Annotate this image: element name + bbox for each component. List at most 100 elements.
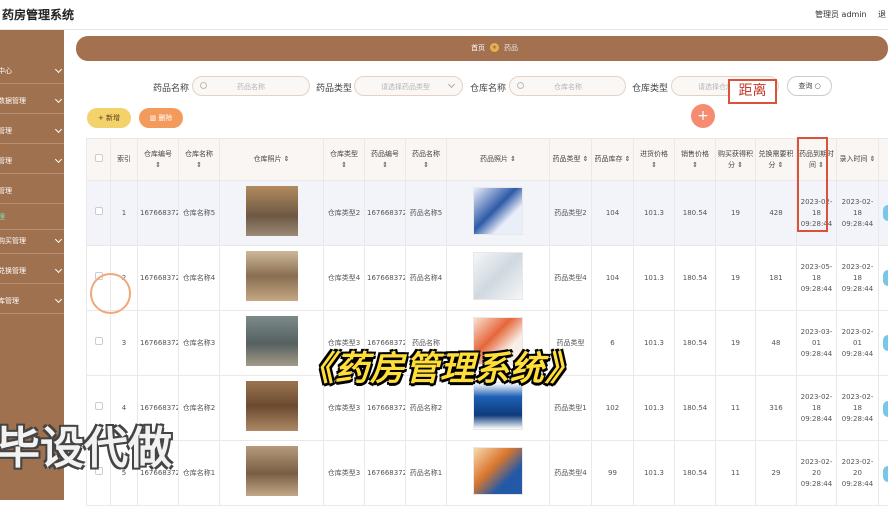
cell-created-time: 2023-02-18 09:28:44	[837, 181, 879, 246]
cell-warehouse-type: 仓库类型3	[324, 441, 365, 506]
cell-sell-price: 180.54	[675, 441, 716, 506]
cell-created-time: 2023-02-20 09:28:44	[837, 441, 879, 506]
sidebar-item-manage-1[interactable]: 管理	[0, 120, 64, 144]
sidebar-subitem-active[interactable]: 理	[0, 206, 64, 230]
col-header-actions	[879, 139, 888, 181]
breadcrumb: 首页 ★ 药品	[76, 36, 888, 61]
sidebar-item-manage-3[interactable]: 管理	[0, 180, 64, 204]
col-header[interactable]: 兑换需要积分 ⇕	[756, 139, 797, 181]
breadcrumb-current: 药品	[504, 43, 518, 53]
cell-need-points: 316	[756, 376, 797, 441]
table-row[interactable]: 1 1676683724101 仓库名称5 仓库类型2 167668372412…	[87, 181, 888, 246]
row-checkbox[interactable]	[95, 337, 103, 345]
query-label: 查询	[798, 82, 812, 90]
row-checkbox[interactable]	[95, 402, 103, 410]
col-header[interactable]: 药品名称 ⇕	[406, 139, 447, 181]
row-select-cell[interactable]	[87, 181, 111, 246]
cell-drug-photo	[447, 181, 550, 246]
user-label: 管理员 admin	[815, 9, 867, 20]
col-header[interactable]: 仓库编号 ⇕	[138, 139, 179, 181]
col-header[interactable]: 仓库类型 ⇕	[324, 139, 365, 181]
cell-earn-points: 11	[716, 441, 756, 506]
cell-earn-points: 19	[716, 181, 756, 246]
sidebar-item-exchange[interactable]: 兑换管理	[0, 260, 64, 284]
cell-buy-price: 101.3	[634, 181, 675, 246]
warehouse-name-input[interactable]: 仓库名称	[509, 76, 626, 96]
warehouse-photo	[246, 316, 298, 366]
table-row[interactable]: 2 1676683724037 仓库名称4 仓库类型4 167668372409…	[87, 246, 888, 311]
sidebar-item-label: 兑换管理	[0, 266, 26, 276]
cell-sell-price: 180.54	[675, 376, 716, 441]
top-bar: 药房管理系统 管理员 admin 退	[0, 0, 888, 30]
add-button[interactable]: + 新增	[87, 108, 131, 128]
cell-expire-time: 2023-05-18 09:28:44	[797, 246, 837, 311]
sidebar-item-stock[interactable]: 库管理	[0, 290, 64, 314]
col-header[interactable]: 进货价格 ⇕	[634, 139, 675, 181]
col-header[interactable]: 录入时间 ⇕	[837, 139, 879, 181]
cell-earn-points: 19	[716, 311, 756, 376]
cell-buy-price: 101.3	[634, 311, 675, 376]
sidebar-item-manage-2[interactable]: 管理	[0, 150, 64, 174]
row-select-cell[interactable]	[87, 311, 111, 376]
cell-stock: 104	[592, 246, 634, 311]
search-icon: ○	[815, 82, 821, 90]
col-header[interactable]: 购买获得积分 ⇕	[716, 139, 756, 181]
cell-drug-no: 1676683724098	[365, 246, 406, 311]
expire-column-highlight	[797, 137, 828, 232]
cell-drug-no: 1676683724123	[365, 441, 406, 506]
row-action-button[interactable]	[883, 270, 888, 286]
warehouse-type-label: 仓库类型	[632, 81, 668, 94]
drug-name-input[interactable]: 药品名称	[192, 76, 310, 96]
row-checkbox[interactable]	[95, 207, 103, 215]
table-row[interactable]: 5 1676683724070 仓库名称1 仓库类型3 167668372412…	[87, 441, 888, 506]
cell-drug-name: 药品名称5	[406, 181, 447, 246]
row-action-button[interactable]	[883, 401, 888, 417]
col-header[interactable]: 仓库照片 ⇕	[220, 139, 324, 181]
cell-warehouse-no: 1676683724101	[138, 181, 179, 246]
col-header[interactable]: 药品类型 ⇕	[550, 139, 592, 181]
row-action-button[interactable]	[883, 335, 888, 351]
select-all-checkbox[interactable]	[95, 154, 103, 162]
delete-button[interactable]: ▥ 删除	[139, 108, 183, 128]
chevron-down-icon	[55, 266, 62, 273]
cell-created-time: 2023-02-18 09:28:44	[837, 376, 879, 441]
col-header[interactable]: 药品编号 ⇕	[365, 139, 406, 181]
drug-name-placeholder: 药品名称	[237, 82, 265, 92]
sidebar-item-label: 库管理	[0, 296, 19, 306]
cell-warehouse-name: 仓库名称3	[179, 311, 220, 376]
query-button[interactable]: 查询 ○	[787, 76, 832, 96]
drug-type-select[interactable]: 请选择药品类型	[354, 76, 463, 96]
sidebar-item-purchase[interactable]: 购买管理	[0, 230, 64, 254]
col-header[interactable]: 销售价格 ⇕	[675, 139, 716, 181]
col-header[interactable]: 药品照片 ⇕	[447, 139, 550, 181]
cursor-highlight-circle	[90, 273, 131, 314]
cell-warehouse-name: 仓库名称2	[179, 376, 220, 441]
col-header[interactable]: 仓库名称 ⇕	[179, 139, 220, 181]
chevron-down-icon	[55, 126, 62, 133]
cell-need-points: 48	[756, 311, 797, 376]
breadcrumb-home[interactable]: 首页	[471, 43, 485, 53]
drug-photo	[473, 187, 523, 235]
floating-add-button[interactable]: +	[691, 104, 715, 128]
sidebar-item-data[interactable]: 数据管理	[0, 90, 64, 114]
drug-table: 索引 仓库编号 ⇕ 仓库名称 ⇕ 仓库照片 ⇕ 仓库类型 ⇕ 药品编号 ⇕ 药品…	[86, 138, 888, 506]
star-icon: ★	[490, 43, 499, 52]
cell-created-time: 2023-02-18 09:28:44	[837, 246, 879, 311]
cell-expire-time: 2023-02-20 09:28:44	[797, 441, 837, 506]
sidebar-item-center[interactable]: 中心	[0, 60, 64, 84]
logout-link[interactable]: 退	[878, 9, 886, 20]
video-title-banner: 《药房管理系统》	[300, 341, 580, 390]
row-action-button[interactable]	[883, 205, 888, 221]
cell-drug-type: 药品类型4	[550, 246, 592, 311]
chevron-down-icon	[55, 236, 62, 243]
row-action-button[interactable]	[883, 466, 888, 482]
cell-buy-price: 101.3	[634, 246, 675, 311]
cell-warehouse-photo	[220, 181, 324, 246]
col-header[interactable]: 药品库存 ⇕	[592, 139, 634, 181]
chevron-down-icon	[448, 81, 455, 88]
distance-annotation: 距离	[728, 79, 777, 104]
cell-need-points: 29	[756, 441, 797, 506]
cell-earn-points: 19	[716, 246, 756, 311]
select-all-cell[interactable]	[87, 139, 111, 181]
cell-drug-photo	[447, 441, 550, 506]
